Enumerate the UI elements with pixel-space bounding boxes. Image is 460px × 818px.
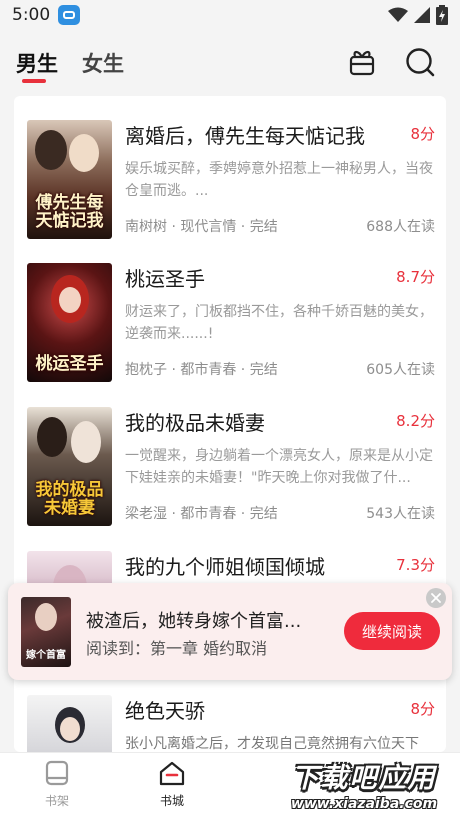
book-category: 都市青春 [180,362,237,378]
status-time: 5:00 [12,5,51,25]
search-icon[interactable] [404,46,436,78]
nav-label: 书城 [159,794,184,808]
book-description: 一觉醒来，身边躺着一个漂亮女人，原来是从小定下娃娃亲的未婚妻！"昨天晚上你对我做… [125,448,433,486]
book-category: 都市青春 [180,506,237,522]
book-meta: 抱枕子 · 都市青春 · 完结 [125,362,278,378]
book-item[interactable]: 傅先生每天惦记我 离婚后，傅先生每天惦记我 8分 娱乐城买醉，季娉婷意外招惹上一… [14,96,446,239]
bookshelf-icon [45,760,69,786]
book-readers: 605人在读 [366,362,435,378]
continue-cover-title: 嫁个首富 [26,650,66,661]
continue-reading-button[interactable]: 继续阅读 [344,612,440,650]
nav-bookshelf[interactable]: 书架 [27,759,87,809]
book-score: 7.3分 [396,556,435,574]
book-category: 现代言情 [180,219,237,235]
book-meta: 南树树 · 现代言情 · 完结 [125,219,278,235]
bookstore-icon [159,761,185,786]
book-readers: 543人在读 [366,506,435,522]
continue-cover: 嫁个首富 [21,597,71,667]
watermark-url: www.xiazaiba.com [290,796,438,812]
nav-bookstore[interactable]: 书城 [142,759,202,809]
status-bar: 5:00 [0,0,460,30]
book-cover: 桃运圣手 [27,263,112,382]
battery-icon [436,5,448,25]
wifi-icon [388,7,408,22]
book-item[interactable]: 桃运圣手 桃运圣手 8.7分 财运来了，门板都挡不住，各种千娇百魅的美女，逆袭而… [14,239,446,382]
book-description: 财运来了，门板都挡不住，各种千娇百魅的美女，逆袭而来......! [125,304,433,342]
book-cover: 我的极品未婚妻 [27,407,112,526]
book-cover: 傅先生每天惦记我 [27,120,112,239]
book-description: 张小凡离婚之后，才发现自己竟然拥有六位天下 [125,736,419,752]
book-title: 我的极品未婚妻 [125,411,265,435]
book-title: 桃运圣手 [125,267,205,291]
book-score: 8.7分 [396,268,435,286]
status-icons [388,5,448,25]
nav-label: 书架 [44,794,69,808]
watermark-main: 下载吧应用 [291,763,437,794]
book-author: 南树树 [125,219,167,235]
book-title: 绝色天骄 [125,699,205,723]
tab-female[interactable]: 女生 [82,48,124,78]
book-title: 离婚后，傅先生每天惦记我 [125,124,365,148]
signal-icon [414,7,430,23]
book-status: 完结 [249,219,278,235]
tab-male[interactable]: 男生 [16,48,58,78]
book-item[interactable]: 绝色天骄 8分 张小凡离婚之后，才发现自己竟然拥有六位天下 [14,671,446,752]
cover-title: 桃运圣手 [35,354,104,375]
watermark: 下载吧应用 www.xiazaiba.com [272,756,456,814]
book-author: 抱枕子 [125,362,167,378]
continue-progress: 阅读到：第一章 婚约取消 [86,639,268,658]
book-meta: 梁老湿 · 都市青春 · 完结 [125,506,278,522]
book-score: 8.2分 [396,412,435,430]
book-score: 8分 [410,700,435,718]
book-score: 8分 [410,125,435,143]
book-status: 完结 [249,362,278,378]
book-cover [27,695,112,752]
book-title: 我的九个师姐倾国倾城 [125,555,325,579]
book-readers: 688人在读 [366,219,435,235]
cover-title: 我的极品未婚妻 [35,480,104,519]
close-icon [431,593,441,603]
tab-active-indicator [22,79,46,83]
close-button[interactable] [426,588,446,608]
continue-reading-popup[interactable]: 嫁个首富 被渣后，她转身嫁个首富... 阅读到：第一章 婚约取消 继续阅读 [8,583,452,680]
book-item[interactable]: 我的极品未婚妻 我的极品未婚妻 8.2分 一觉醒来，身边躺着一个漂亮女人，原来是… [14,383,446,526]
app-notification-icon [58,5,81,25]
book-description: 娱乐城买醉，季娉婷意外招惹上一神秘男人，当夜仓皇而逃。... [125,161,433,199]
gift-icon[interactable] [346,46,378,78]
cover-title: 傅先生每天惦记我 [35,193,104,232]
book-author: 梁老湿 [125,506,167,522]
book-status: 完结 [249,506,278,522]
header: 男生 女生 [0,30,460,96]
continue-title: 被渣后，她转身嫁个首富... [86,611,302,632]
